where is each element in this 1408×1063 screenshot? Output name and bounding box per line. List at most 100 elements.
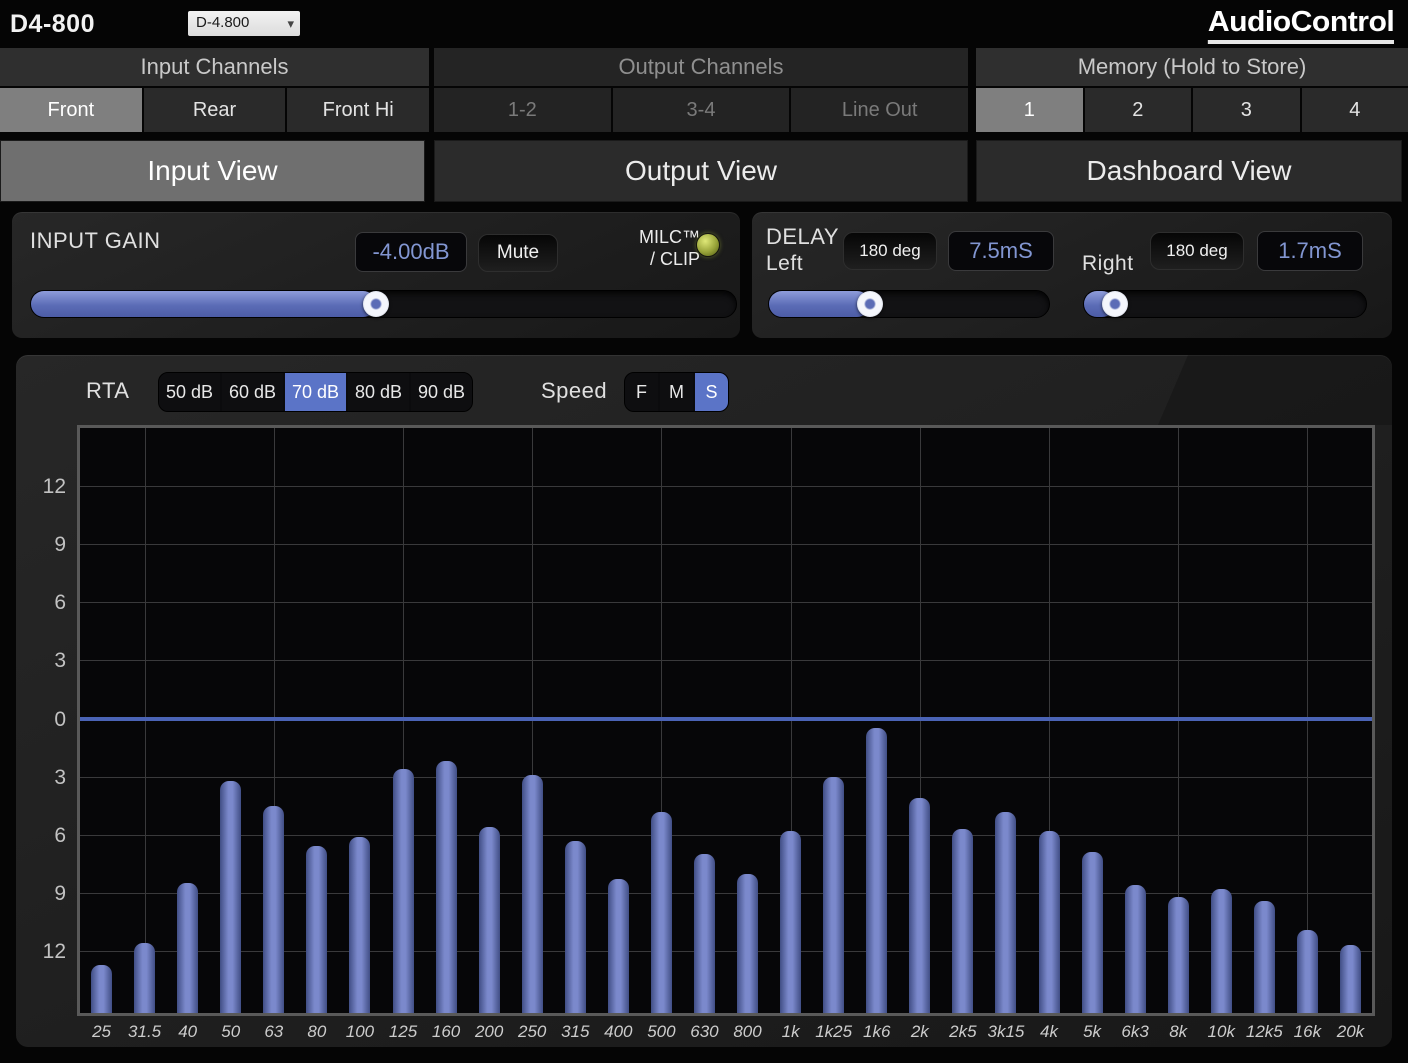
- input-gain-label: INPUT GAIN: [30, 228, 161, 254]
- chart-x-label-1k: 1k: [767, 1022, 815, 1042]
- rta-db-button-60-db[interactable]: 60 dB: [222, 373, 283, 411]
- rta-label: RTA: [86, 378, 129, 404]
- audiocontrol-logo: AudioControl: [1208, 6, 1394, 44]
- rta-bar-250: [522, 775, 543, 1013]
- chart-x-label-400: 400: [594, 1022, 642, 1042]
- input-gain-value[interactable]: -4.00dB: [355, 232, 467, 272]
- speed-button-f[interactable]: F: [625, 373, 658, 411]
- chart-gridline-h: [80, 544, 1372, 545]
- delay-panel: DELAY Left 180 deg 7.5mS Right 180 deg 1…: [752, 212, 1392, 338]
- chart-y-axis-label: 9: [32, 882, 66, 906]
- channel-button-front[interactable]: Front: [0, 88, 142, 132]
- rta-bar-2k5: [952, 829, 973, 1013]
- chart-x-label-2k: 2k: [896, 1022, 944, 1042]
- input-gain-slider[interactable]: [30, 290, 737, 318]
- input-channels-header: Input Channels: [0, 48, 429, 86]
- speed-button-s[interactable]: S: [695, 373, 728, 411]
- chart-x-label-800: 800: [724, 1022, 772, 1042]
- output-channels-group: Output Channels 1-23-4Line Out: [434, 48, 968, 132]
- rta-bar-10k: [1211, 889, 1232, 1013]
- channel-button-4[interactable]: 4: [1302, 88, 1408, 132]
- rta-bar-80: [306, 846, 327, 1013]
- page-title: D4-800: [10, 10, 95, 39]
- channel-button-1-2: 1-2: [434, 88, 611, 132]
- chart-x-label-630: 630: [680, 1022, 728, 1042]
- device-select[interactable]: D-4.800 ▾: [188, 11, 300, 36]
- tab-input-view[interactable]: Input View: [0, 140, 425, 202]
- delay-left-label: Left: [766, 252, 803, 276]
- device-select-value: D-4.800: [196, 14, 249, 31]
- rta-bar-3k15: [995, 812, 1016, 1013]
- delay-left-slider[interactable]: [768, 290, 1050, 318]
- app-window: D4-800 D-4.800 ▾ AudioControl Input Chan…: [0, 0, 1408, 1063]
- tab-dashboard-view[interactable]: Dashboard View: [976, 140, 1402, 202]
- chart-x-label-5k: 5k: [1068, 1022, 1116, 1042]
- chart-x-label-4k: 4k: [1025, 1022, 1073, 1042]
- mute-button[interactable]: Mute: [478, 234, 558, 272]
- chart-x-label-315: 315: [551, 1022, 599, 1042]
- speed-button-m[interactable]: M: [660, 373, 693, 411]
- output-channels-header: Output Channels: [434, 48, 968, 86]
- channel-button-front-hi[interactable]: Front Hi: [287, 88, 429, 132]
- chart-x-label-1k25: 1k25: [810, 1022, 858, 1042]
- chevron-down-icon: ▾: [287, 12, 294, 36]
- milc-clip-label: MILC™ / CLIP: [572, 226, 700, 270]
- chart-x-label-25: 25: [78, 1022, 126, 1042]
- delay-right-time-value[interactable]: 1.7mS: [1257, 231, 1363, 271]
- rta-bar-16k: [1297, 930, 1318, 1013]
- chart-x-label-200: 200: [465, 1022, 513, 1042]
- channel-button-1[interactable]: 1: [976, 88, 1083, 132]
- rta-bar-630: [694, 854, 715, 1013]
- channel-button-2[interactable]: 2: [1085, 88, 1192, 132]
- chart-x-label-31-5: 31.5: [121, 1022, 169, 1042]
- chart-y-axis-label: 3: [32, 649, 66, 673]
- rta-bar-500: [651, 812, 672, 1013]
- chart-zero-line: [80, 717, 1372, 721]
- delay-label: DELAY: [766, 224, 839, 250]
- memory-header: Memory (Hold to Store): [976, 48, 1408, 86]
- channel-button-3-4: 3-4: [613, 88, 790, 132]
- channel-button-rear[interactable]: Rear: [144, 88, 286, 132]
- rta-bar-6k3: [1125, 885, 1146, 1013]
- chart-x-label-250: 250: [508, 1022, 556, 1042]
- delay-left-phase-button[interactable]: 180 deg: [843, 232, 937, 270]
- delay-right-phase-button[interactable]: 180 deg: [1150, 232, 1244, 270]
- rta-bar-2k: [909, 798, 930, 1013]
- delay-right-slider-thumb[interactable]: [1102, 291, 1128, 317]
- rta-bar-63: [263, 806, 284, 1013]
- rta-chart: [80, 428, 1372, 1013]
- rta-db-button-50-db[interactable]: 50 dB: [159, 373, 220, 411]
- channel-button-3[interactable]: 3: [1193, 88, 1300, 132]
- tab-output-view[interactable]: Output View: [434, 140, 968, 202]
- delay-left-slider-thumb[interactable]: [857, 291, 883, 317]
- chart-x-label-50: 50: [207, 1022, 255, 1042]
- rta-db-button-80-db[interactable]: 80 dB: [348, 373, 409, 411]
- rta-bar-1k: [780, 831, 801, 1013]
- input-gain-panel: INPUT GAIN -4.00dB Mute MILC™ / CLIP: [12, 212, 740, 338]
- rta-bar-200: [479, 827, 500, 1013]
- delay-left-time-value[interactable]: 7.5mS: [948, 231, 1054, 271]
- rta-bar-40: [177, 883, 198, 1013]
- rta-bar-315: [565, 841, 586, 1013]
- chart-x-label-80: 80: [293, 1022, 341, 1042]
- rta-db-button-90-db[interactable]: 90 dB: [411, 373, 472, 411]
- rta-bar-125: [393, 769, 414, 1013]
- rta-bar-20k: [1340, 945, 1361, 1013]
- chart-gridline-h: [80, 660, 1372, 661]
- chart-y-axis-label: 6: [32, 824, 66, 848]
- chart-gridline-h: [80, 602, 1372, 603]
- channel-button-line-out: Line Out: [791, 88, 968, 132]
- rta-db-button-70-db[interactable]: 70 dB: [285, 373, 346, 411]
- chart-x-label-10k: 10k: [1197, 1022, 1245, 1042]
- rta-bar-12k5: [1254, 901, 1275, 1013]
- chart-y-axis-label: 0: [32, 708, 66, 732]
- input-gain-slider-thumb[interactable]: [363, 291, 389, 317]
- rta-bar-50: [220, 781, 241, 1013]
- rta-bar-5k: [1082, 852, 1103, 1013]
- chart-x-label-20k: 20k: [1326, 1022, 1374, 1042]
- delay-right-slider[interactable]: [1083, 290, 1367, 318]
- rta-bar-4k: [1039, 831, 1060, 1013]
- chart-y-axis-label: 3: [32, 766, 66, 790]
- chart-x-label-12k5: 12k5: [1240, 1022, 1288, 1042]
- chart-y-axis-label: 12: [32, 940, 66, 964]
